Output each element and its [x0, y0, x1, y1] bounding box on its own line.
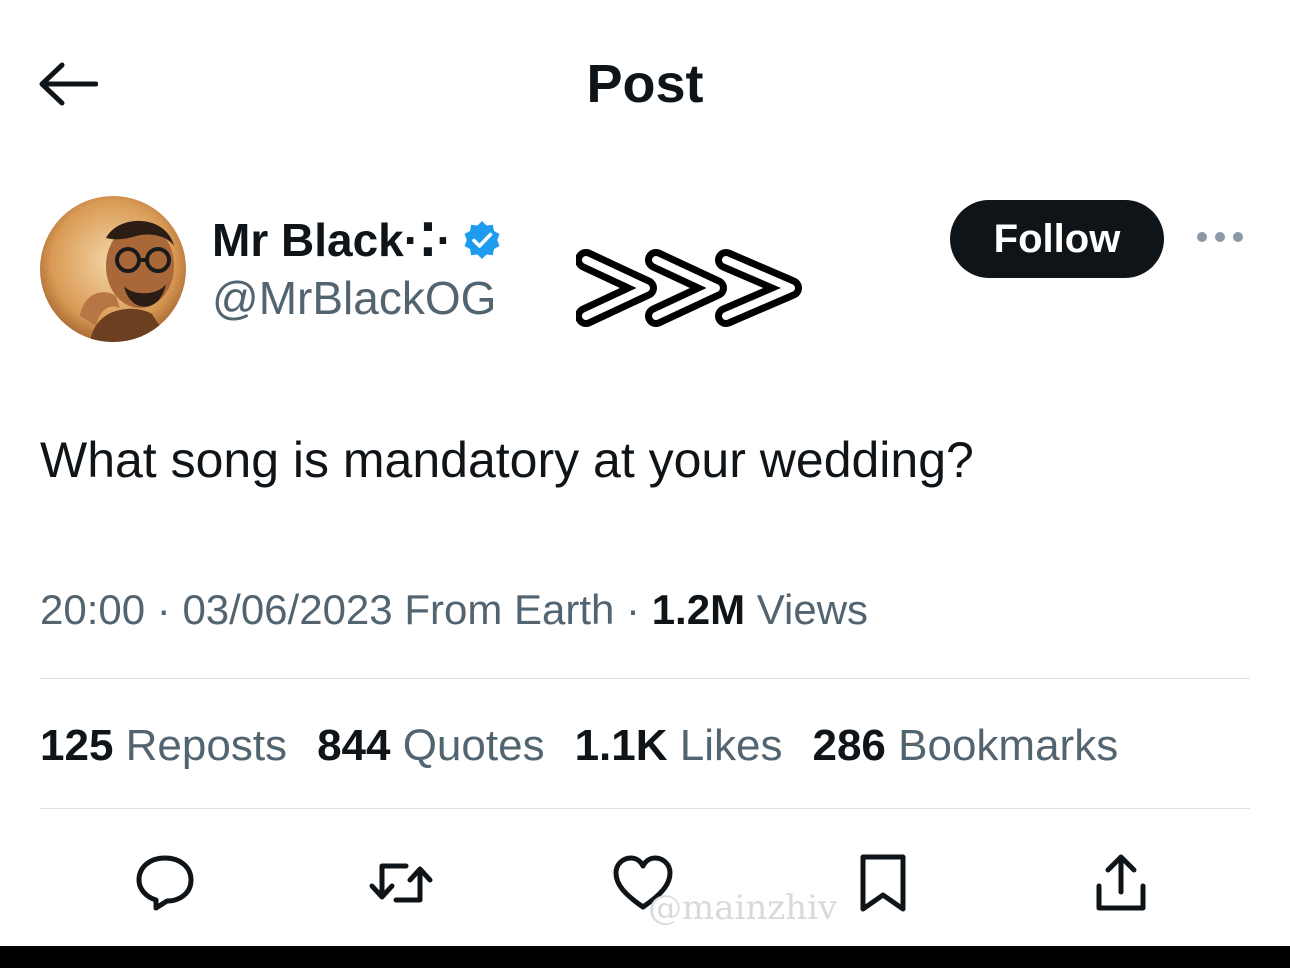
bookmark-button[interactable]	[848, 848, 918, 918]
stat-count: 1.1K	[574, 721, 668, 770]
top-bar: Post	[0, 0, 1290, 160]
engagement-stats: 125 Reposts 844 Quotes 1.1K Likes 286 Bo…	[40, 718, 1270, 774]
meta-separator: ·	[145, 586, 183, 633]
action-bar	[0, 840, 1290, 930]
repost-button[interactable]	[366, 848, 436, 918]
post-source: From Earth	[392, 586, 615, 633]
page-title: Post	[586, 54, 704, 114]
views-count: 1.2M	[651, 586, 746, 633]
follow-button[interactable]: Follow	[950, 200, 1164, 278]
post-meta: 20:00 · 03/06/2023 From Earth · 1.2M Vie…	[40, 584, 1250, 636]
name-row: Mr Black·⁚·	[212, 212, 502, 268]
more-dots-icon[interactable]	[1190, 222, 1250, 252]
avatar[interactable]	[40, 196, 186, 342]
post-time[interactable]: 20:00	[40, 586, 145, 633]
display-name[interactable]: Mr Black·⁚·	[212, 212, 452, 268]
repost-icon	[369, 863, 433, 903]
divider	[40, 808, 1250, 809]
avatar-portrait	[40, 196, 186, 342]
reply-button[interactable]	[130, 848, 200, 918]
bottom-bar	[0, 946, 1290, 968]
stat-bookmarks[interactable]: 286 Bookmarks	[812, 718, 1118, 774]
post-date[interactable]: 03/06/2023	[182, 586, 392, 633]
post-author: Mr Black·⁚· @MrBlackOG Follow	[40, 196, 1250, 346]
stat-label: Bookmarks	[885, 721, 1119, 770]
reply-bubble-icon	[136, 855, 194, 911]
views-label: Views	[745, 586, 869, 633]
bookmark-icon	[860, 854, 906, 912]
stat-count: 125	[40, 721, 114, 770]
stat-reposts[interactable]: 125 Reposts	[40, 718, 287, 774]
post-text: What song is mandatory at your wedding?	[40, 432, 974, 488]
stat-label: Quotes	[390, 721, 545, 770]
share-button[interactable]	[1086, 848, 1156, 918]
user-handle[interactable]: @MrBlackOG	[212, 270, 496, 326]
divider	[40, 678, 1250, 679]
triple-chevron-right-icon	[575, 240, 846, 336]
stat-count: 844	[317, 721, 391, 770]
watermark: @mainzhiv	[648, 888, 838, 928]
meta-separator: ·	[614, 586, 652, 633]
stat-label: Reposts	[113, 721, 288, 770]
stat-count: 286	[812, 721, 886, 770]
stat-label: Likes	[667, 721, 783, 770]
verified-badge-icon	[462, 220, 502, 260]
share-icon	[1096, 854, 1146, 911]
stat-quotes[interactable]: 844 Quotes	[317, 718, 545, 774]
stat-likes[interactable]: 1.1K Likes	[575, 718, 783, 774]
